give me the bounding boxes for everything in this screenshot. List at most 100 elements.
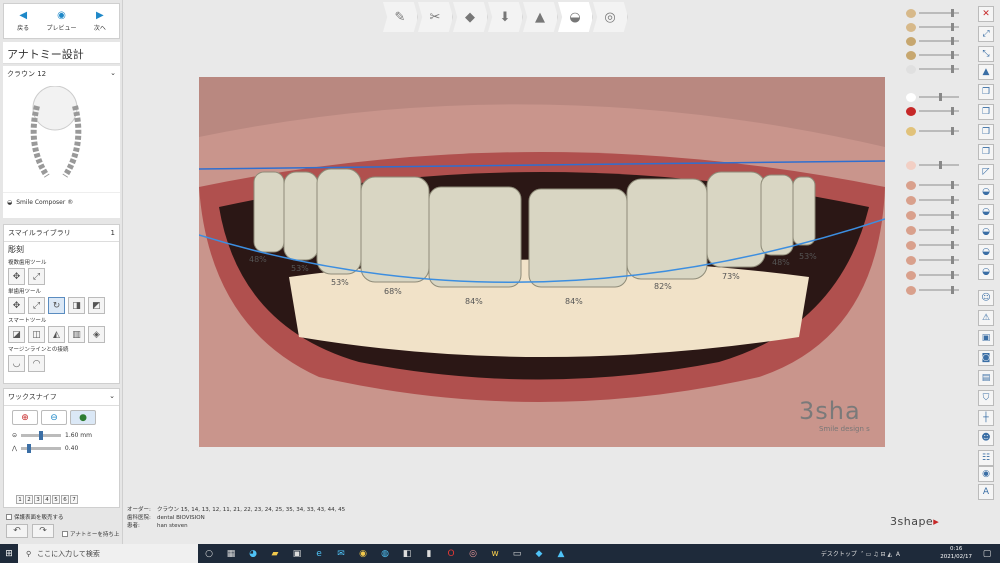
windows-start-icon[interactable]: ⊞ (0, 544, 18, 563)
preset-button[interactable]: 6 (61, 495, 69, 504)
smart-tool-3[interactable]: ◭ (48, 326, 65, 343)
visibility-slider[interactable] (906, 64, 966, 74)
zoom-icon[interactable]: ◍ (374, 544, 396, 563)
camera-icon[interactable]: ◙ (978, 350, 994, 366)
tooth-arch-chart[interactable] (17, 86, 107, 186)
preset-button[interactable]: 4 (43, 495, 51, 504)
visibility-slider[interactable] (906, 285, 966, 295)
desktop-label[interactable]: デスクトップ (821, 551, 857, 558)
preset-button[interactable]: 1 (16, 495, 24, 504)
step-cut-icon[interactable]: ✂ (418, 2, 453, 32)
visibility-slider[interactable] (906, 106, 966, 116)
copy-icon[interactable]: ❐ (978, 124, 994, 140)
measure-icon[interactable]: ◸ (978, 164, 994, 180)
tooth-view-icon[interactable]: ◒ (978, 244, 994, 260)
graduate-icon[interactable]: ▲ (978, 64, 994, 80)
size-slider[interactable] (21, 431, 62, 440)
copy-icon[interactable]: ❐ (978, 84, 994, 100)
visibility-slider[interactable] (906, 160, 966, 170)
task-view-icon[interactable]: ▦ (220, 544, 242, 563)
face-icon[interactable]: ☺ (978, 290, 994, 306)
preset-button[interactable]: 5 (52, 495, 60, 504)
app-icon[interactable]: ▭ (506, 544, 528, 563)
single-rotate-tool[interactable]: ↻ (48, 297, 65, 314)
people-icon[interactable]: ☻ (978, 430, 994, 446)
visibility-slider[interactable] (906, 225, 966, 235)
visibility-slider[interactable] (906, 92, 966, 102)
clock[interactable]: 0:16 2021/02/17 (940, 545, 972, 561)
app-icon[interactable]: ◎ (462, 544, 484, 563)
copy-icon[interactable]: ❐ (978, 104, 994, 120)
back-button[interactable]: ◀ 戻る (4, 4, 42, 38)
visibility-slider[interactable] (906, 270, 966, 280)
step-die-icon[interactable]: ◆ (453, 2, 488, 32)
single-tooth-tool[interactable]: ◨ (68, 297, 85, 314)
smooth-material-button[interactable]: ● (70, 410, 96, 425)
visibility-slider[interactable] (906, 195, 966, 205)
expand-icon[interactable]: ⤡ (978, 46, 994, 62)
redo-button[interactable]: ↷ (32, 524, 54, 538)
taskbar-search[interactable]: ⚲ ここに入力して検索 (18, 544, 198, 563)
group-icon[interactable]: ☷ (978, 450, 994, 466)
preset-button[interactable]: 7 (70, 495, 78, 504)
step-finish-icon[interactable]: ◎ (593, 2, 628, 32)
add-material-button[interactable]: ⊕ (12, 410, 38, 425)
smart-tool-5[interactable]: ◈ (88, 326, 105, 343)
tooth-view-icon[interactable]: ◒ (978, 184, 994, 200)
dropbox-icon[interactable]: ◆ (528, 544, 550, 563)
shield-icon[interactable]: ⛉ (978, 390, 994, 406)
edge-icon[interactable]: ◕ (242, 544, 264, 563)
visibility-slider[interactable] (906, 50, 966, 60)
step-scan-icon[interactable]: ✎ (383, 2, 418, 32)
mail-icon[interactable]: ✉ (330, 544, 352, 563)
single-shape-tool[interactable]: ◩ (88, 297, 105, 314)
margin-tool-1[interactable]: ◡ (8, 355, 25, 372)
step-margin-icon[interactable]: ⬇ (488, 2, 523, 32)
app-icon[interactable]: ◧ (396, 544, 418, 563)
tooth-view-icon[interactable]: ◒ (978, 264, 994, 280)
step-cement-icon[interactable]: ▲ (523, 2, 558, 32)
strength-slider[interactable] (20, 444, 61, 453)
notification-icon[interactable]: ▢ (976, 544, 998, 563)
fit-view-icon[interactable]: ⤢ (978, 26, 994, 42)
screenshot-icon[interactable]: ▤ (978, 370, 994, 386)
ie-icon[interactable]: e (308, 544, 330, 563)
preserve-checkbox[interactable]: 保護表面を販売する (6, 513, 64, 521)
app-icon[interactable]: ▣ (286, 544, 308, 563)
text-icon[interactable]: A (978, 484, 994, 500)
visibility-slider[interactable] (906, 210, 966, 220)
step-anatomy-icon[interactable]: ◒ (558, 2, 593, 32)
visibility-slider[interactable] (906, 240, 966, 250)
multi-scale-tool[interactable]: ⤢ (28, 268, 45, 285)
visibility-slider[interactable] (906, 180, 966, 190)
copy-icon[interactable]: ❐ (978, 144, 994, 160)
library-page-badge[interactable]: 1 (111, 229, 115, 237)
tooth-view-icon[interactable]: ◒ (978, 224, 994, 240)
visibility-slider[interactable] (906, 22, 966, 32)
cortana-icon[interactable]: ○ (198, 544, 220, 563)
visibility-slider[interactable] (906, 126, 966, 136)
ruler-icon[interactable]: ┼ (978, 410, 994, 426)
ime-indicator[interactable]: A (896, 551, 900, 558)
app-icon[interactable]: ▮ (418, 544, 440, 563)
smart-tool-1[interactable]: ◪ (8, 326, 25, 343)
next-button[interactable]: ▶ 次へ (81, 4, 119, 38)
visibility-slider[interactable] (906, 8, 966, 18)
visibility-slider[interactable] (906, 36, 966, 46)
single-move-tool[interactable]: ✥ (8, 297, 25, 314)
remove-material-button[interactable]: ⊖ (41, 410, 67, 425)
photos-icon[interactable]: ▲ (550, 544, 572, 563)
image-icon[interactable]: ▣ (978, 330, 994, 346)
chrome-icon[interactable]: ◉ (352, 544, 374, 563)
keep-anatomy-checkbox[interactable]: アナトミーを持ち上 (62, 530, 119, 538)
multi-move-tool[interactable]: ✥ (8, 268, 25, 285)
preset-button[interactable]: 2 (25, 495, 33, 504)
smile-design-viewport[interactable]: 48% 53% 53% 68% 84% 84% 82% 73% 48% 53% … (199, 77, 885, 447)
warning-icon[interactable]: ⚠ (978, 310, 994, 326)
margin-tool-2[interactable]: ◠ (28, 355, 45, 372)
smile-composer-item[interactable]: ◒ Smile Composer ® (3, 192, 120, 212)
smart-tool-4[interactable]: ▥ (68, 326, 85, 343)
undo-button[interactable]: ↶ (6, 524, 28, 538)
preset-button[interactable]: 3 (34, 495, 42, 504)
single-scale-tool[interactable]: ⤢ (28, 297, 45, 314)
